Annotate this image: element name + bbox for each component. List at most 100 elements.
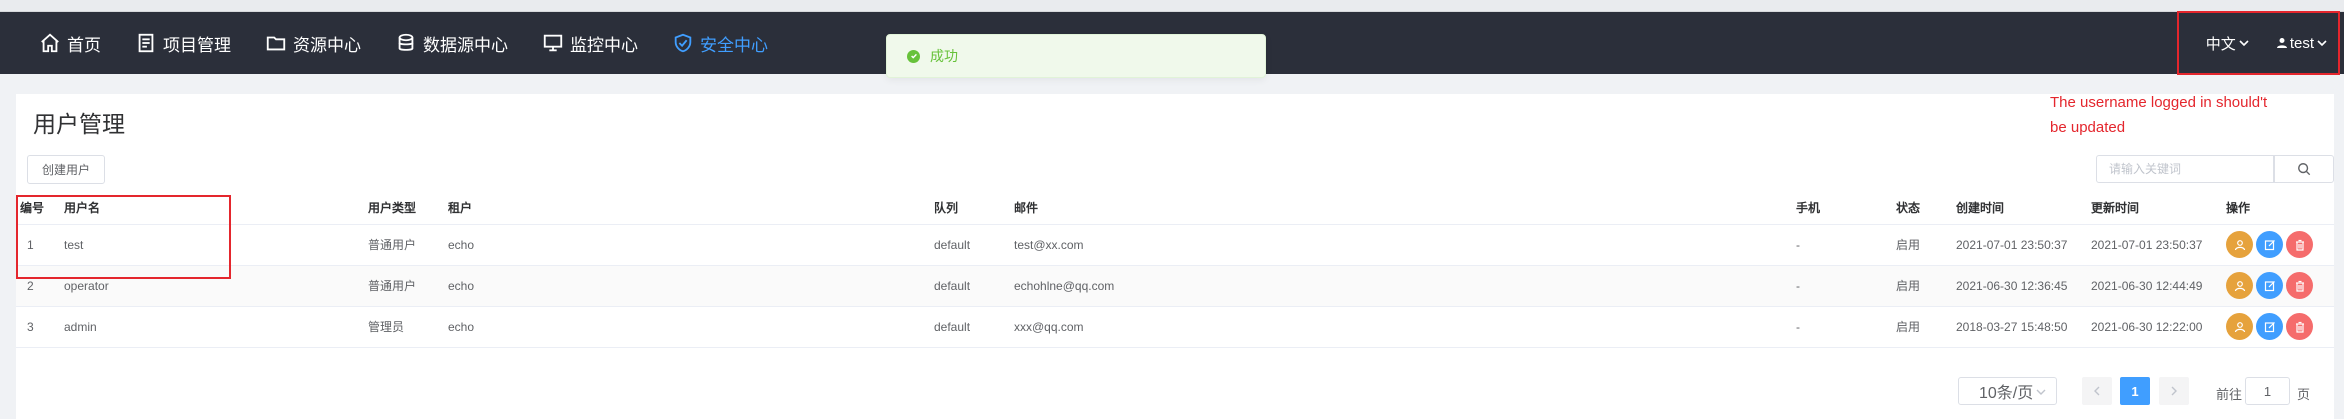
nav-item-label: 数据源中心 <box>423 35 508 55</box>
success-toast: 成功 <box>886 34 1266 78</box>
nav-item-label: 项目管理 <box>163 35 231 55</box>
user-icon <box>2234 321 2245 332</box>
document-icon <box>138 33 154 53</box>
page-size-label: 10条/页 <box>1979 385 2034 402</box>
window-top-strip <box>0 0 2344 12</box>
cell-email: echohlne@qq.com <box>1011 265 1796 307</box>
user-icon <box>2234 239 2245 250</box>
column-header: 用户类型 <box>368 192 448 225</box>
cell-queue: default <box>920 306 1011 348</box>
cell-queue: default <box>920 224 1011 266</box>
main-content: 用户管理 The username logged in should't be … <box>16 94 2334 419</box>
column-header: 手机 <box>1796 192 1896 225</box>
edit-button[interactable] <box>2256 272 2283 299</box>
search-input[interactable] <box>2096 155 2274 183</box>
authorize-button[interactable] <box>2226 313 2253 340</box>
authorize-button[interactable] <box>2226 272 2253 299</box>
cell-actions <box>2226 265 2334 307</box>
column-header: 更新时间 <box>2091 192 2226 225</box>
folder-icon <box>266 36 286 51</box>
column-header: 状态 <box>1896 192 1956 225</box>
cell-user-type: 管理员 <box>368 306 448 348</box>
cell-email: test@xx.com <box>1011 224 1796 266</box>
nav-item-projects[interactable]: 项目管理 <box>118 12 248 74</box>
table-row: 2 operator 普通用户 echo default echohlne@qq… <box>16 265 2334 307</box>
cell-user-type: 普通用户 <box>368 224 448 266</box>
authorize-button[interactable] <box>2226 231 2253 258</box>
cell-username: operator <box>53 265 368 307</box>
column-header: 编号 <box>16 192 53 225</box>
table-header-row: 编号 用户名 用户类型 租户 队列 邮件 手机 状态 创建时间 更新时间 操作 <box>16 192 2334 225</box>
chevron-down-icon <box>2317 40 2327 47</box>
cell-id: 1 <box>16 224 53 266</box>
nav-item-label: 监控中心 <box>570 35 638 55</box>
database-icon <box>398 33 414 51</box>
cell-username: test <box>53 224 368 266</box>
delete-button[interactable] <box>2286 272 2313 299</box>
user-icon <box>2234 280 2245 291</box>
cell-tenant: echo <box>448 224 920 266</box>
cell-phone: - <box>1796 265 1896 307</box>
trash-icon <box>2295 239 2304 251</box>
cell-status: 启用 <box>1896 265 1956 307</box>
cell-email: xxx@qq.com <box>1011 306 1796 348</box>
cell-queue: default <box>920 265 1011 307</box>
username-label: test <box>2289 34 2314 52</box>
cell-username: admin <box>53 306 368 348</box>
next-page-button[interactable] <box>2159 377 2189 405</box>
chevron-down-icon <box>2036 389 2046 395</box>
cell-created: 2021-06-30 12:36:45 <box>1956 265 2091 307</box>
nav-item-resources[interactable]: 资源中心 <box>248 12 378 74</box>
cell-phone: - <box>1796 306 1896 348</box>
column-header: 创建时间 <box>1956 192 2091 225</box>
cell-actions <box>2226 224 2334 266</box>
annotation-note: The username logged in should't be updat… <box>2050 94 2268 136</box>
cell-created: 2018-03-27 15:48:50 <box>1956 306 2091 348</box>
chevron-down-icon <box>2239 40 2249 47</box>
nav-item-security[interactable]: 安全中心 <box>655 12 785 74</box>
trash-icon <box>2295 321 2304 333</box>
cell-phone: - <box>1796 224 1896 266</box>
toast-message: 成功 <box>930 48 958 64</box>
cell-actions <box>2226 306 2334 348</box>
delete-button[interactable] <box>2286 231 2313 258</box>
navbar-right: 中文 test <box>2194 12 2344 74</box>
table-row: 1 test 普通用户 echo default test@xx.com - 启… <box>16 224 2334 266</box>
search-icon <box>2298 163 2311 176</box>
cell-updated: 2021-06-30 12:44:49 <box>2091 265 2226 307</box>
user-icon <box>2276 38 2287 48</box>
cell-user-type: 普通用户 <box>368 265 448 307</box>
search-button[interactable] <box>2274 155 2334 183</box>
page-number-button[interactable]: 1 <box>2120 377 2150 405</box>
edit-button[interactable] <box>2256 231 2283 258</box>
column-header: 租户 <box>448 192 920 225</box>
column-header: 操作 <box>2226 192 2334 225</box>
nav-item-label: 安全中心 <box>700 35 768 55</box>
page-size-select[interactable]: 10条/页 <box>1958 377 2057 405</box>
language-dropdown[interactable]: 中文 <box>2194 12 2264 74</box>
cell-updated: 2021-07-01 23:50:37 <box>2091 224 2226 266</box>
edit-button[interactable] <box>2256 313 2283 340</box>
delete-button[interactable] <box>2286 313 2313 340</box>
cell-id: 3 <box>16 306 53 348</box>
cell-status: 启用 <box>1896 224 1956 266</box>
nav-item-label: 首页 <box>67 35 101 55</box>
cell-id: 2 <box>16 265 53 307</box>
nav-item-monitor[interactable]: 监控中心 <box>525 12 655 74</box>
shield-icon <box>674 33 692 53</box>
nav-item-home[interactable]: 首页 <box>22 12 118 74</box>
column-header: 队列 <box>920 192 1011 225</box>
goto-page-input[interactable] <box>2245 377 2290 405</box>
user-dropdown[interactable]: test <box>2264 12 2344 74</box>
nav-item-datasource[interactable]: 数据源中心 <box>378 12 525 74</box>
monitor-icon <box>543 34 563 52</box>
column-header: 用户名 <box>53 192 368 225</box>
home-icon <box>41 33 59 53</box>
goto-label: 前往 <box>2216 387 2243 402</box>
create-user-button[interactable]: 创建用户 <box>27 155 106 184</box>
trash-icon <box>2295 280 2304 292</box>
chevron-left-icon <box>2094 386 2100 396</box>
prev-page-button[interactable] <box>2082 377 2112 405</box>
cell-status: 启用 <box>1896 306 1956 348</box>
page-suffix-label: 页 <box>2297 387 2311 402</box>
